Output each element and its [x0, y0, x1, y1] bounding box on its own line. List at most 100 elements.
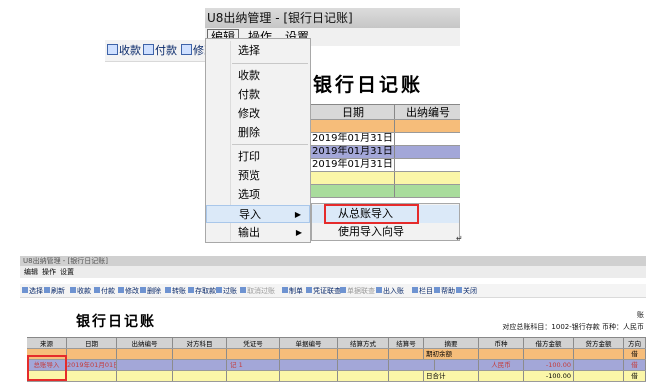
- account-info: 对应总账科目：1002-银行存款 币种：人民币: [502, 323, 644, 331]
- help-icon: [434, 287, 440, 293]
- highlight-annotation: [27, 355, 67, 381]
- voucher-query-button[interactable]: 凭证联查: [306, 284, 341, 298]
- menu-item-modify[interactable]: 修改: [206, 105, 310, 123]
- bottom-toolbar: 选择 刷新 收款 付款 修改 删除 转账 存取款 过账 取消过账 制单 凭证联查…: [20, 284, 646, 298]
- window-title: U8出纳管理 - [银行日记账]: [23, 257, 109, 265]
- column-header: 币种: [479, 338, 524, 348]
- account-icon: [376, 287, 382, 293]
- column-header: 摘要: [424, 338, 479, 348]
- modify-button[interactable]: 修改: [118, 284, 139, 298]
- transfer-icon: [165, 287, 171, 293]
- pencil-icon: [181, 44, 192, 55]
- menu-item-select[interactable]: 选择: [206, 42, 310, 60]
- window-title: U8出纳管理 - [银行日记账]: [207, 11, 353, 25]
- delete-button[interactable]: 删除: [140, 284, 161, 298]
- pay-icon: [143, 44, 154, 55]
- table-row[interactable]: 日合计 -100.00 借: [27, 371, 646, 382]
- edit-dropdown-menu: 选择 收款 付款 修改 删除 打印 预览 选项 导入 ▶ 输出 ▶: [205, 38, 311, 243]
- help-button[interactable]: 帮助: [434, 284, 455, 298]
- column-header: 方向: [624, 338, 646, 348]
- column-header: 贷方金额: [574, 338, 624, 348]
- table-row[interactable]: 总账导入 2019年01月01日 记 1 1 人民币 -100.00 借: [27, 360, 646, 371]
- table-row[interactable]: 2019年01月31日: [311, 146, 460, 159]
- menu-edit[interactable]: 编辑: [24, 266, 38, 278]
- menu-item-preview[interactable]: 预览: [206, 167, 310, 185]
- select-button[interactable]: 选择: [22, 284, 43, 298]
- submenu-arrow-icon: ▶: [294, 210, 301, 219]
- refresh-icon: [44, 287, 50, 293]
- in-out-account-button[interactable]: 出入账: [376, 284, 404, 298]
- menu-settings[interactable]: 设置: [60, 266, 74, 278]
- pay-button[interactable]: 付款: [94, 284, 115, 298]
- pay-icon: [94, 287, 100, 293]
- menu-item-receive[interactable]: 收款: [206, 67, 310, 85]
- table-row[interactable]: 期初余额 借: [27, 349, 646, 360]
- page-title: 银行日记账: [313, 74, 424, 96]
- close-button[interactable]: 关闭: [456, 284, 477, 298]
- menu-bar: 编辑 操作 设置: [20, 266, 646, 278]
- menu-item-import[interactable]: 导入 ▶: [206, 205, 310, 223]
- column-header: 对方科目: [173, 338, 227, 348]
- page-title: 银行日记账: [76, 314, 156, 330]
- window-title-bar: U8出纳管理 - [银行日记账]: [20, 256, 646, 266]
- ledger-mark: 账: [637, 311, 644, 319]
- document-icon: [340, 287, 346, 293]
- submenu-arrow-icon: ▶: [295, 228, 302, 237]
- highlight-annotation: [324, 204, 419, 224]
- make-voucher-button[interactable]: 制单: [282, 284, 303, 298]
- menu-separator: [232, 144, 308, 145]
- table-row[interactable]: [311, 120, 460, 133]
- grid-header: 日期 出纳编号: [311, 104, 460, 120]
- receive-icon: [70, 287, 76, 293]
- document-query-button[interactable]: 单据联查: [340, 284, 375, 298]
- receive-icon: [107, 44, 118, 55]
- bottom-screenshot: U8出纳管理 - [银行日记账] 编辑 操作 设置 选择 刷新 收款 付款 修改…: [20, 256, 646, 390]
- column-header: 单据编号: [280, 338, 338, 348]
- table-row[interactable]: [311, 185, 460, 198]
- post-button[interactable]: 过账: [216, 284, 237, 298]
- menu-separator: [232, 63, 308, 64]
- table-row[interactable]: [311, 172, 460, 185]
- transfer-button[interactable]: 转账: [165, 284, 186, 298]
- column-header-date: 日期: [311, 105, 395, 119]
- delete-icon: [140, 287, 146, 293]
- window-title-bar: U8出纳管理 - [银行日记账]: [205, 8, 460, 28]
- menu-operate[interactable]: 操作: [42, 266, 56, 278]
- column-header-number: 出纳编号: [406, 106, 450, 119]
- columns-button[interactable]: 栏目: [412, 284, 433, 298]
- journal-grid: 来源 日期 出纳编号 对方科目 凭证号 单据编号 结算方式 结算号 摘要 币种 …: [27, 337, 646, 382]
- cursor-icon: ↵: [456, 234, 463, 243]
- close-icon: [456, 287, 462, 293]
- voucher-icon: [282, 287, 288, 293]
- column-header: 出纳编号: [117, 338, 173, 348]
- refresh-button[interactable]: 刷新: [44, 284, 65, 298]
- deposit-withdraw-button[interactable]: 存取款: [188, 284, 216, 298]
- column-header: 结算方式: [338, 338, 389, 348]
- menu-item-import-wizard[interactable]: 使用导入向导: [312, 223, 459, 241]
- deposit-icon: [188, 287, 194, 293]
- column-header: 来源: [27, 338, 67, 348]
- menu-item-delete[interactable]: 删除: [206, 124, 310, 142]
- menu-item-print[interactable]: 打印: [206, 148, 310, 166]
- menu-item-export[interactable]: 输出 ▶: [206, 224, 310, 242]
- column-header: 日期: [67, 338, 117, 348]
- select-icon: [22, 287, 28, 293]
- cancel-post-button[interactable]: 取消过账: [240, 284, 275, 298]
- columns-icon: [412, 287, 418, 293]
- table-row[interactable]: 2019年01月31日: [311, 159, 460, 172]
- cancel-post-icon: [240, 287, 246, 293]
- query-icon: [306, 287, 312, 293]
- menu-item-options[interactable]: 选项: [206, 186, 310, 204]
- post-icon: [216, 287, 222, 293]
- journal-grid: 日期 出纳编号 2019年01月31日 2019年01月31日 2019年01月…: [311, 104, 460, 198]
- menu-item-pay[interactable]: 付款: [206, 86, 310, 104]
- pay-button[interactable]: 付款: [143, 43, 177, 59]
- column-header: 凭证号: [227, 338, 280, 348]
- receive-button[interactable]: 收款: [70, 284, 91, 298]
- table-row[interactable]: 2019年01月31日: [311, 133, 460, 146]
- column-header: 借方金额: [524, 338, 574, 348]
- pencil-icon: [118, 287, 124, 293]
- receive-button[interactable]: 收款: [107, 43, 141, 59]
- grid-header: 来源 日期 出纳编号 对方科目 凭证号 单据编号 结算方式 结算号 摘要 币种 …: [27, 337, 646, 349]
- column-header: 结算号: [389, 338, 424, 348]
